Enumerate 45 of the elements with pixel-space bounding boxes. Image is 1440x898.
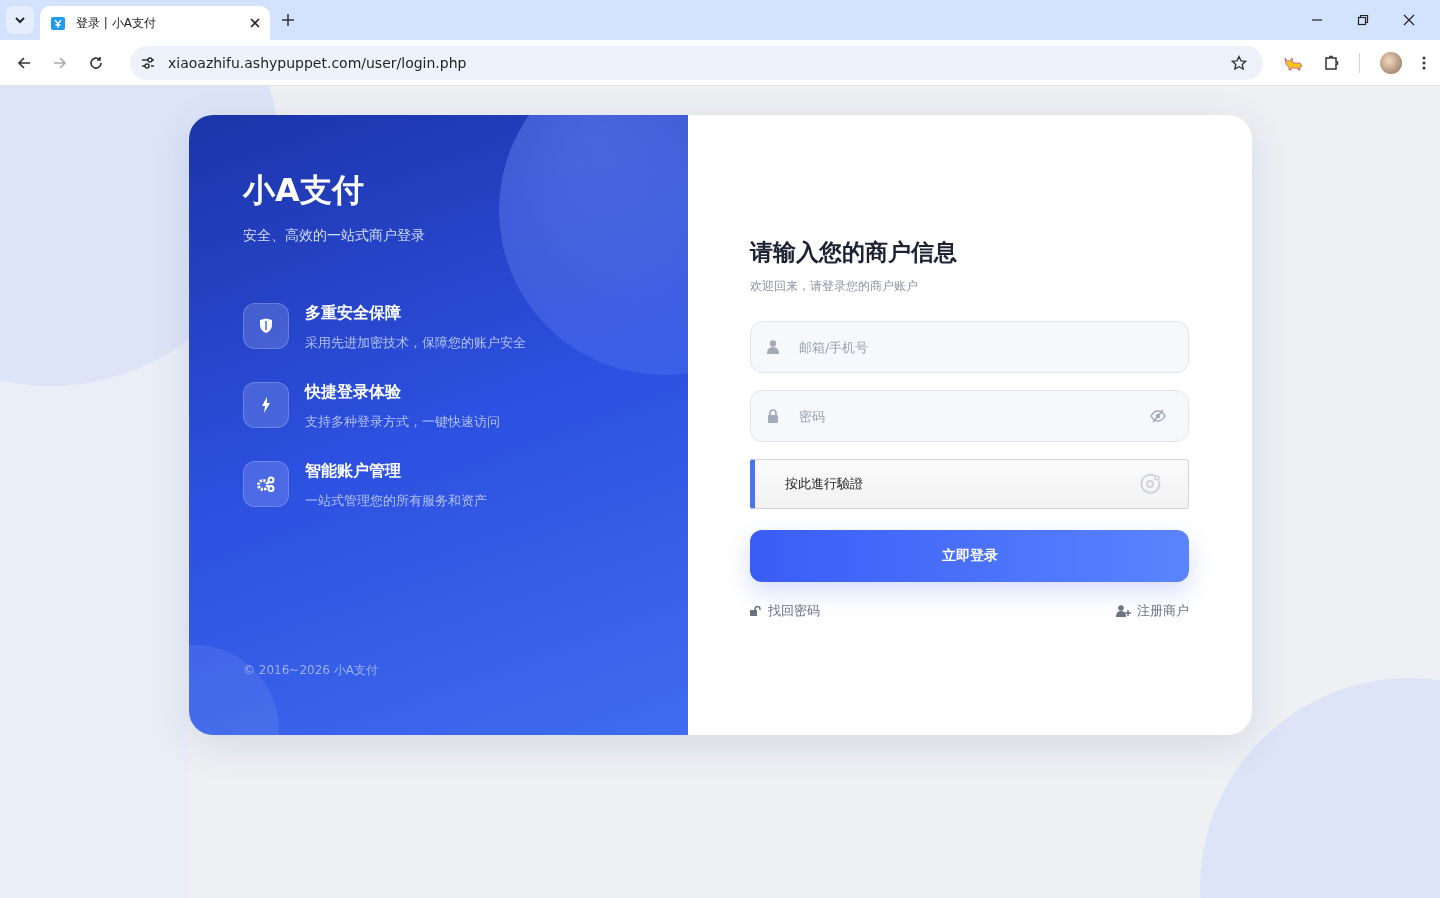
url-text: xiaoazhifu.ashypuppet.com/user/login.php — [168, 54, 467, 71]
form-heading: 请输入您的商户信息 — [750, 238, 958, 267]
feature-description: 采用先进加密技术，保障您的账户安全 — [305, 334, 526, 352]
user-icon — [767, 340, 779, 354]
login-button[interactable]: 立即登录 — [750, 530, 1189, 582]
menu-icon[interactable] — [1422, 55, 1426, 70]
extensions-icon[interactable] — [1323, 54, 1339, 71]
gears-icon — [243, 461, 289, 507]
back-icon[interactable] — [16, 54, 32, 71]
brand-title: 小A支付 — [243, 170, 365, 211]
tab-title: 登录 | 小A支付 — [76, 14, 157, 32]
star-icon[interactable] — [1231, 54, 1247, 71]
register-link[interactable]: 注册商户 — [1116, 602, 1189, 620]
wallet-icon — [50, 15, 66, 31]
add-user-icon — [1116, 605, 1131, 617]
close-icon[interactable] — [1403, 14, 1415, 26]
reload-icon[interactable] — [88, 54, 104, 71]
copyright-text: © 2016~2026 小A支付 — [243, 662, 379, 679]
site-settings-icon[interactable] — [140, 54, 156, 71]
tab-list-button[interactable] — [6, 6, 34, 34]
avatar[interactable] — [1380, 51, 1402, 74]
feature-description: 支持多种登录方式，一键快速访问 — [305, 413, 500, 431]
target-icon — [1140, 473, 1162, 495]
shield-icon — [243, 303, 289, 349]
browser-tab[interactable]: 登录 | 小A支付 — [40, 6, 270, 40]
unlock-icon — [750, 606, 762, 616]
chevron-down-icon — [14, 14, 26, 26]
form-subheading: 欢迎回来，请登录您的商户账户 — [750, 278, 919, 295]
restore-icon[interactable] — [1357, 14, 1369, 26]
brand-subtitle: 安全、高效的一站式商户登录 — [243, 227, 426, 245]
feature-title: 多重安全保障 — [305, 303, 402, 324]
lock-icon — [767, 409, 779, 423]
feature-title: 快捷登录体验 — [305, 382, 402, 403]
feature-title: 智能账户管理 — [305, 461, 402, 482]
new-tab-icon[interactable] — [282, 14, 294, 26]
forgot-password-link[interactable]: 找回密码 — [750, 602, 820, 620]
password-input[interactable]: 密码 — [797, 407, 1132, 425]
account-field[interactable]: 邮箱/手机号 — [750, 321, 1189, 373]
lightning-icon — [243, 382, 289, 428]
account-input[interactable]: 邮箱/手机号 — [797, 338, 1166, 356]
close-icon[interactable] — [250, 18, 260, 28]
captcha-button[interactable]: 按此進行驗證 — [750, 459, 1189, 509]
password-field[interactable]: 密码 — [750, 390, 1189, 442]
feature-description: 一站式管理您的所有服务和资产 — [305, 492, 487, 510]
address-bar[interactable]: xiaoazhifu.ashypuppet.com/user/login.php — [130, 45, 1263, 80]
